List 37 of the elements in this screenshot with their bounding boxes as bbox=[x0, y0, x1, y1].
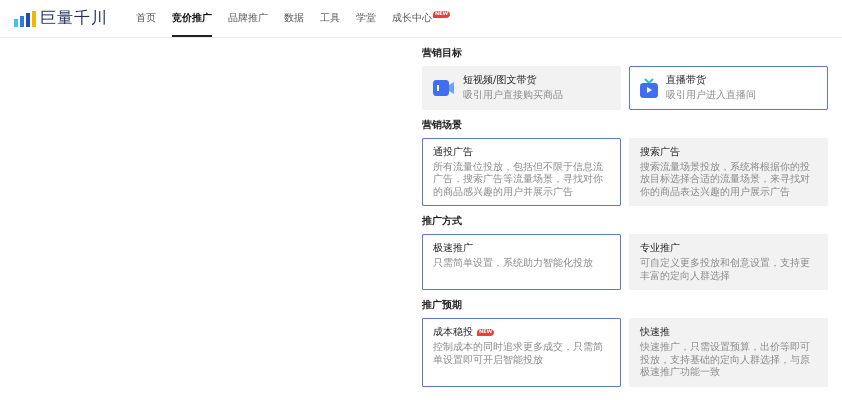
option-card[interactable]: 极速推广 只需简单设置，系统助力智能化投放 bbox=[422, 234, 621, 290]
option-title: 通投广告 bbox=[433, 146, 473, 158]
nav-tab[interactable]: 竞价推广 bbox=[172, 0, 212, 37]
option-card[interactable]: 快速推 快速推广，只需设置预算，出价等即可投放，支持基础的定向人群选择，与原极速推广功能一致 bbox=[629, 318, 828, 386]
option-title: 成本稳投 bbox=[433, 326, 473, 339]
nav-tab[interactable]: 学堂 bbox=[356, 0, 376, 37]
option-title: 快速推 bbox=[640, 326, 670, 339]
logo-text: 巨量千川 bbox=[40, 8, 108, 29]
option-description: 搜索流量场景投放，系统将根据你的投放目标选择合适的流量场景，来寻找对你的商品表达兴趣的用户展示广告 bbox=[640, 162, 811, 199]
option-card[interactable]: 直播带货 吸引用户进入直播间 bbox=[629, 66, 828, 110]
section-heading: 推广方式 bbox=[422, 214, 463, 228]
option-description: 所有流量位投放，包括但不限于信息流广告，搜索广告等流量场景，寻找对你的商品感兴趣的用户并展示广告 bbox=[433, 162, 604, 199]
section-heading: 营销场景 bbox=[422, 118, 463, 132]
section-heading: 推广预期 bbox=[422, 298, 463, 312]
logo-icon bbox=[14, 10, 36, 26]
option-description: 只需简单设置，系统助力智能化投放 bbox=[433, 258, 593, 270]
option-card[interactable]: 短视频/图文带货 吸引用户直接购买商品 bbox=[422, 66, 621, 110]
nav-tab[interactable]: 首页 bbox=[136, 0, 156, 37]
tv-icon bbox=[640, 78, 658, 98]
option-card[interactable]: 搜索广告 搜索流量场景投放，系统将根据你的投放目标选择合适的流量场景，来寻找对你的商品表达兴趣的用户展示广告 bbox=[629, 138, 828, 206]
option-card[interactable]: 专业推广 可自定义更多投放和创意设置，支持更丰富的定向人群选择 bbox=[629, 234, 828, 290]
option-title: 短视频/图文带货 bbox=[463, 74, 536, 87]
option-title: 直播带货 bbox=[666, 74, 706, 87]
section-heading: 营销目标 bbox=[422, 46, 463, 60]
option-title: 极速推广 bbox=[433, 242, 473, 255]
nav-tab[interactable]: 工具 bbox=[320, 0, 340, 37]
option-description: 快速推广，只需设置预算，出价等即可投放，支持基础的定向人群选择，与原极速推广功能一致 bbox=[640, 342, 811, 380]
option-description: 吸引用户进入直播间 bbox=[666, 90, 756, 102]
option-card[interactable]: 通投广告 所有流量位投放，包括但不限于信息流广告，搜索广告等流量场景，寻找对你的商品感兴趣的用户并展示广告 bbox=[422, 138, 621, 206]
option-title: 搜索广告 bbox=[640, 146, 680, 158]
option-description: 控制成本的同时追求更多成交，只需简单设置即可开启智能投放 bbox=[433, 342, 604, 367]
option-description: 可自定义更多投放和创意设置，支持更丰富的定向人群选择 bbox=[640, 258, 811, 283]
nav-tab[interactable]: 数据 bbox=[284, 0, 304, 37]
video-icon bbox=[433, 78, 455, 98]
option-title: 专业推广 bbox=[640, 242, 680, 255]
option-description: 吸引用户直接购买商品 bbox=[463, 90, 563, 102]
nav-tab[interactable]: 品牌推广 bbox=[228, 0, 268, 37]
